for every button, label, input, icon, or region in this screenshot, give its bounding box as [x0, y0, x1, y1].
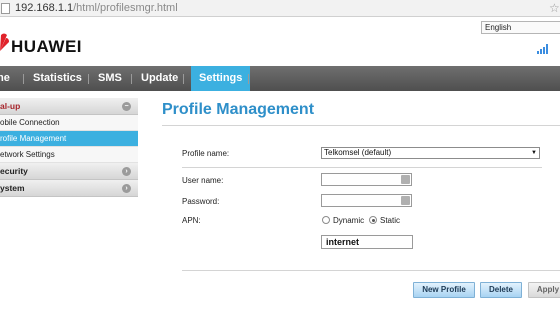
username-input[interactable]	[321, 173, 412, 186]
huawei-logo-icon	[0, 33, 9, 51]
apn-static-label: Static	[380, 216, 401, 225]
page-title: Profile Management	[162, 101, 315, 118]
url-path: /html/profilesmgr.html	[73, 2, 178, 14]
apn-label: APN:	[182, 216, 201, 225]
form-divider	[182, 270, 560, 271]
page: 192.168.1.1/html/profilesmgr.html ☆ HUAW…	[0, 0, 560, 315]
sidebar-section-label: ystem	[0, 183, 25, 193]
profile-name-value: Telkomsel (default)	[324, 148, 392, 157]
settings-sidebar: al-up − obile Connection rofile Manageme…	[0, 98, 138, 197]
password-input[interactable]	[321, 194, 412, 207]
browser-url-bar[interactable]: 192.168.1.1/html/profilesmgr.html ☆	[0, 0, 560, 17]
nav-separator	[88, 74, 89, 84]
sidebar-section-label: al-up	[0, 101, 21, 111]
header	[0, 18, 560, 66]
main-nav-bar: me Statistics SMS Update Settings	[0, 66, 560, 91]
apn-input[interactable]: internet	[321, 235, 413, 249]
nav-sms[interactable]: SMS	[98, 66, 122, 91]
nav-separator	[183, 74, 184, 84]
nav-separator	[248, 74, 249, 84]
apn-static-radio[interactable]	[369, 216, 377, 224]
sidebar-section-system[interactable]: ystem ›	[0, 180, 138, 197]
signal-strength-icon	[537, 43, 551, 54]
nav-separator	[131, 74, 132, 84]
dropdown-arrow-icon: ▼	[531, 150, 537, 156]
nav-home[interactable]: me	[0, 66, 10, 91]
apn-dynamic-label: Dynamic	[333, 216, 365, 225]
profile-name-label: Profile name:	[182, 149, 230, 158]
url-text[interactable]: 192.168.1.1/html/profilesmgr.html	[15, 2, 178, 14]
nav-settings[interactable]: Settings	[191, 66, 251, 91]
row-divider	[182, 167, 542, 168]
username-label: User name:	[182, 176, 224, 185]
profile-name-select[interactable]: Telkomsel (default) ▼	[321, 147, 540, 159]
brand-logo-text: HUAWEI	[11, 37, 82, 56]
collapse-icon[interactable]: −	[122, 102, 131, 111]
expand-icon[interactable]: ›	[122, 184, 131, 193]
language-select[interactable]: English	[481, 21, 560, 34]
new-profile-button[interactable]: New Profile	[413, 282, 475, 298]
sidebar-section-dialup[interactable]: al-up −	[0, 98, 138, 115]
sidebar-section-label: ecurity	[0, 166, 28, 176]
keyboard-icon	[401, 175, 410, 184]
delete-button[interactable]: Delete	[480, 282, 522, 298]
nav-update[interactable]: Update	[141, 66, 178, 91]
sidebar-item-profile-management[interactable]: rofile Management	[0, 131, 138, 147]
keyboard-icon	[401, 196, 410, 205]
nav-separator	[23, 74, 24, 84]
apply-button[interactable]: Apply	[528, 282, 560, 298]
sidebar-item-mobile-connection[interactable]: obile Connection	[0, 115, 138, 131]
password-label: Password:	[182, 197, 220, 206]
url-host: 192.168.1.1	[15, 2, 74, 14]
expand-icon[interactable]: ›	[122, 167, 131, 176]
bookmark-star-icon[interactable]: ☆	[549, 1, 560, 15]
page-document-icon	[1, 3, 10, 14]
nav-statistics[interactable]: Statistics	[33, 66, 82, 91]
sidebar-item-network-settings[interactable]: etwork Settings	[0, 147, 138, 163]
sidebar-section-security[interactable]: ecurity ›	[0, 163, 138, 180]
apn-dynamic-radio[interactable]	[322, 216, 330, 224]
title-divider	[162, 125, 560, 126]
